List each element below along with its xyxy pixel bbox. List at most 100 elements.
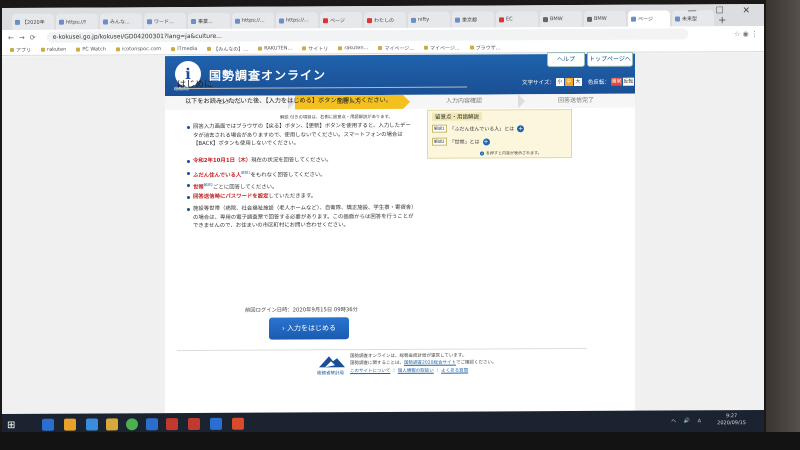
browser-tab[interactable]: EC	[496, 11, 538, 28]
bookmark-item[interactable]: rakuten...	[338, 45, 368, 51]
url-input[interactable]: e-kokusei.go.jp/kokusei/GD04200301?lang=…	[46, 28, 688, 43]
instruction-text: 回答入力画面ではブラウザの【戻る】ボタン、【更新】ボタンを使用すると、入力したデ…	[193, 122, 411, 147]
browser-tab[interactable]: わたしの	[364, 11, 406, 29]
instruction-text: 施設等世帯（病院、社会福祉施設（老人ホームなど）、自衛隊、矯正施設、学生寮・寄宿…	[193, 204, 414, 229]
folder-icon[interactable]	[106, 418, 118, 431]
bookmark-item[interactable]: RAKUTEN...	[258, 45, 292, 52]
bookmark-item[interactable]: マイページ...	[378, 44, 414, 51]
hint-row[interactable]: 解説1 「ふだん住んでいる人」とは +	[432, 124, 525, 133]
about-site-link[interactable]: このサイトについて	[350, 369, 390, 374]
start-button[interactable]: ⊞	[7, 420, 15, 431]
browser-tab[interactable]: BMW	[540, 10, 582, 28]
taskbar-app-icon[interactable]	[232, 417, 244, 430]
step-chevron-icon	[518, 94, 525, 109]
font-size-medium[interactable]: 中	[564, 78, 573, 87]
instruction-item: ふだん住んでいる人解説1をもれなく回答してください。	[187, 168, 415, 180]
taskbar-app-icon[interactable]	[86, 418, 98, 431]
footer-line1: 国勢調査オンラインは、総務省統計局が運営しています。	[350, 353, 467, 360]
bookmark-item[interactable]: PC Watch	[76, 46, 106, 53]
bookmark-label: サイトリ	[308, 45, 329, 52]
bookmark-label: マイページ...	[384, 45, 414, 52]
statistics-bureau-logo-icon	[319, 356, 345, 368]
browser-tab[interactable]: 【2020年	[12, 13, 54, 30]
color-invert-button[interactable]: 反転	[622, 77, 634, 86]
census-site-link[interactable]: 国勢調査2020総合サイト	[404, 361, 456, 366]
font-size-small[interactable]: 小	[555, 78, 564, 87]
browser-tab[interactable]: 事業...	[188, 12, 230, 30]
instruction-text: ふだん住んでいる人解説1をもれなく回答してください。	[193, 170, 326, 179]
screen: 【2020年 https://ｹ みんな... ワード... 事業... htt…	[2, 4, 764, 436]
favicon-icon	[631, 16, 636, 22]
taskbar-app-icon[interactable]	[166, 418, 178, 431]
browser-tab[interactable]: みんな...	[100, 13, 142, 30]
bullet-icon	[187, 126, 190, 130]
instruction-item: 施設等世帯（病院、社会福祉施設（老人ホームなど）、自衛隊、矯正施設、学生寮・寄宿…	[187, 204, 415, 231]
hint-row[interactable]: 解説2 「世帯」とは +	[432, 137, 490, 146]
expand-plus-icon[interactable]: +	[482, 137, 490, 145]
tab-label: 【2020年	[22, 19, 45, 26]
privacy-link[interactable]: 個人情報の取扱い	[398, 369, 434, 374]
browser-tab[interactable]: ページ	[320, 12, 362, 29]
household-term: 世帯	[193, 184, 204, 191]
hints-footnote: + を押すと内容が表示されます。	[480, 150, 542, 156]
browser-tab[interactable]: https://...	[232, 12, 274, 29]
favicon-icon	[15, 19, 20, 25]
bookmark-item[interactable]: アプリ	[10, 46, 31, 53]
browser-tab[interactable]: https://ｹ	[56, 13, 98, 30]
step-confirm: 入力内容確認	[445, 97, 482, 105]
faq-link[interactable]: よくある質問	[441, 369, 468, 374]
window-controls[interactable]: — ☐ ✕	[688, 6, 758, 16]
favicon-icon	[367, 17, 372, 23]
site-title: 国勢調査オンライン	[209, 68, 327, 83]
taskbar-app-icon[interactable]	[146, 418, 158, 431]
instruction-text: 令和2年10月1日（木）現在の状況を回答してください。	[193, 157, 332, 164]
browser-tab-active[interactable]: ページ	[628, 10, 670, 27]
taskbar-app-icon[interactable]	[64, 418, 76, 431]
start-input-button[interactable]: › 入力をはじめる	[269, 317, 349, 340]
bookmark-item[interactable]: サイトリ	[302, 45, 328, 52]
browser-tab[interactable]: 東京都	[452, 11, 494, 28]
browser-tab[interactable]: BMW	[584, 10, 626, 27]
tab-label: BMW	[550, 16, 563, 23]
instruction-item: 世帯解説2ごとに回答してください。	[187, 180, 415, 192]
browser-tab[interactable]: https://...	[276, 12, 318, 29]
start-input-label: 入力をはじめる	[287, 324, 337, 333]
bookmark-item[interactable]: rakuten	[41, 47, 66, 53]
bookmark-item[interactable]: ブラウザ...	[469, 44, 501, 52]
nav-buttons-icon[interactable]: ←→⟳	[8, 33, 41, 41]
taskbar-app-icon[interactable]	[188, 417, 200, 431]
hints-footnote-text: を押すと内容が表示されます。	[486, 150, 542, 156]
instruction-item: 回答入力画面ではブラウザの【戻る】ボタン、【更新】ボタンを使用すると、入力したデ…	[187, 122, 415, 149]
hints-panel: 留意点・用語解説 解説1 「ふだん住んでいる人」とは + 解説2 「世帯」とは …	[427, 109, 572, 159]
tab-label: https://...	[286, 17, 309, 24]
font-size-large[interactable]: 大	[573, 77, 582, 87]
system-tray-icon[interactable]: へ 🔊 A	[671, 417, 704, 424]
bookmark-label: マイページ...	[430, 45, 460, 52]
expand-plus-icon[interactable]: +	[517, 124, 525, 132]
bullet-icon	[187, 184, 190, 188]
instruction-item: 回答送信時にパスワードを設定していただきます。	[187, 192, 415, 202]
bookmark-item[interactable]: 【みんなの】...	[207, 45, 248, 52]
chrome-icon[interactable]	[126, 418, 138, 431]
browser-tab[interactable]: ワード...	[144, 13, 186, 30]
top-page-button[interactable]: トップページへ	[587, 51, 633, 67]
favicon-icon	[675, 15, 680, 21]
clock[interactable]: 9:27 2020/09/15	[717, 413, 746, 427]
extensions-icon[interactable]: ☆ ◉ ⋮	[688, 30, 764, 38]
favicon-icon	[587, 16, 592, 22]
bookmark-label: ブラウザ...	[475, 44, 501, 52]
bookmark-item[interactable]: マイページ...	[424, 44, 460, 51]
tab-label: ページ	[330, 17, 345, 24]
monitor-bezel	[0, 432, 800, 450]
bookmark-item[interactable]: ITmedia	[171, 46, 197, 52]
arrow-right-icon: ›	[281, 324, 285, 333]
browser-tab[interactable]: nifty	[408, 11, 450, 28]
monitor: 【2020年 https://ｹ みんな... ワード... 事業... htt…	[0, 0, 800, 450]
tab-label: みんな...	[110, 18, 130, 25]
color-normal-button[interactable]: 通常	[610, 77, 622, 86]
bookmark-item[interactable]: icotonspoc.com	[115, 46, 161, 52]
new-tab-icon[interactable]: +	[718, 15, 728, 26]
help-button[interactable]: ヘルプ	[547, 51, 585, 68]
taskbar-app-icon[interactable]	[210, 417, 222, 430]
taskbar-app-icon[interactable]	[42, 418, 54, 431]
